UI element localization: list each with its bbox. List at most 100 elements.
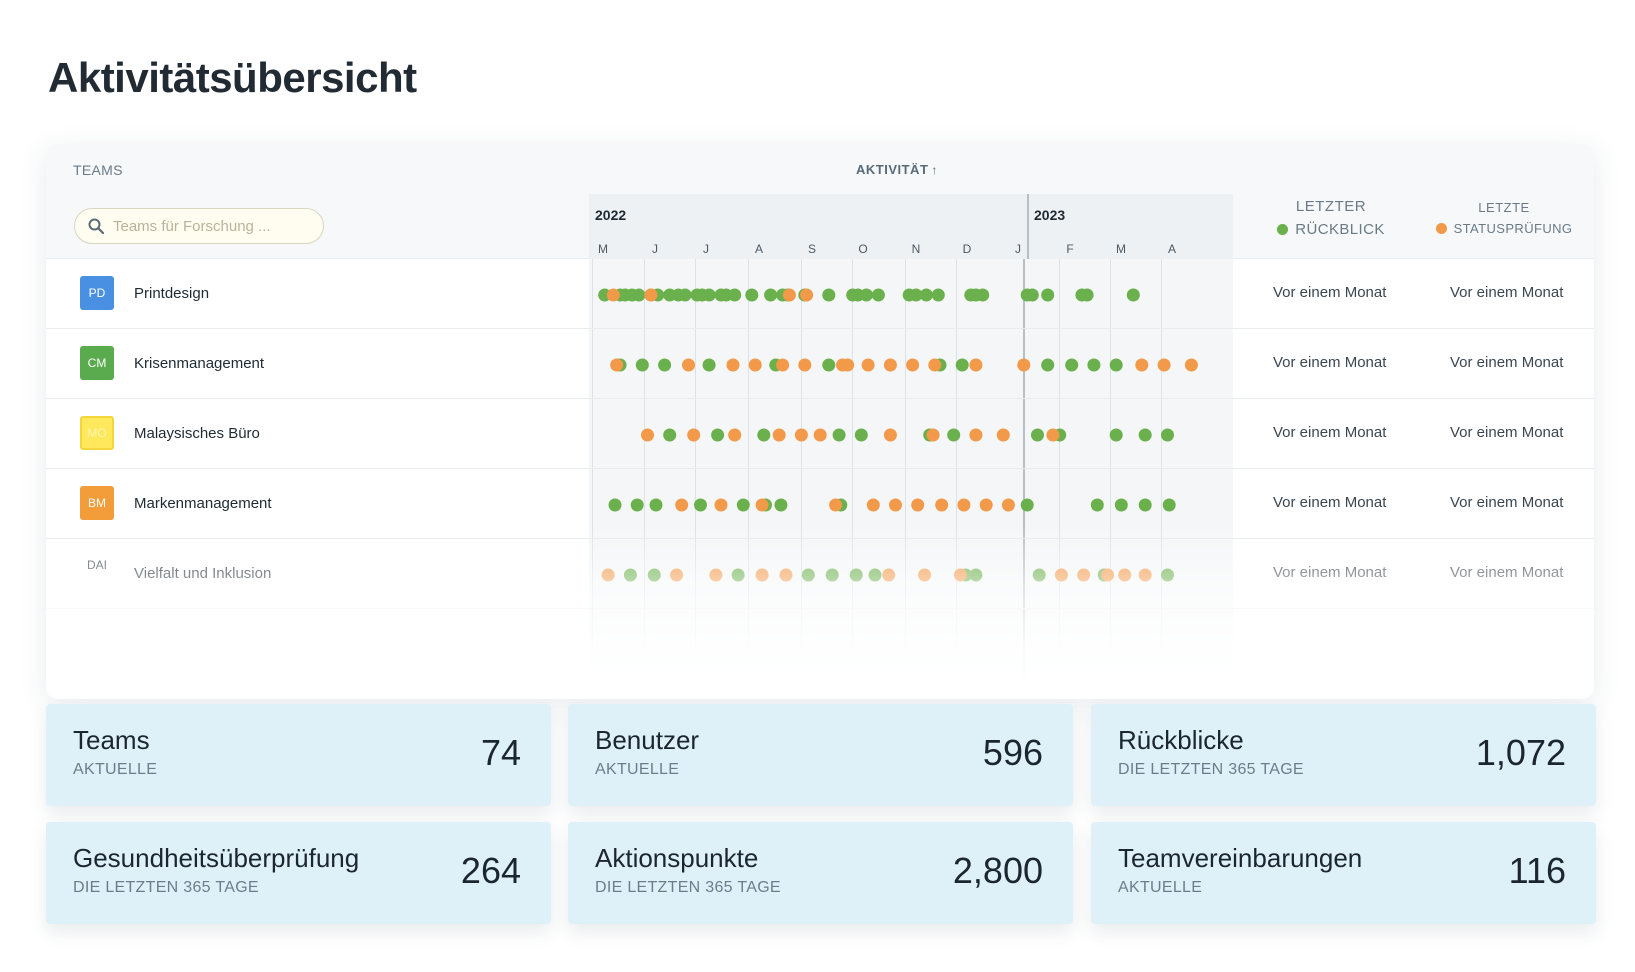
stat-card[interactable]: Teamvereinbarungen AKTUELLE 116 (1091, 822, 1596, 924)
review-dot[interactable] (608, 498, 622, 512)
status-check-dot[interactable] (755, 568, 769, 582)
team-row[interactable]: CM Krisenmanagement Vor einem Monat Vor ein… (46, 329, 1594, 399)
status-check-dot[interactable] (714, 498, 728, 512)
review-dot[interactable] (871, 288, 885, 302)
review-dot[interactable] (859, 288, 873, 302)
review-dot[interactable] (832, 428, 846, 442)
review-dot[interactable] (976, 288, 990, 302)
review-dot[interactable] (969, 568, 983, 582)
review-dot[interactable] (702, 288, 716, 302)
status-check-dot[interactable] (601, 568, 615, 582)
review-dot[interactable] (1162, 498, 1176, 512)
status-check-dot[interactable] (1054, 568, 1068, 582)
status-check-dot[interactable] (1118, 568, 1132, 582)
status-check-dot[interactable] (779, 568, 793, 582)
status-check-dot[interactable] (798, 358, 812, 372)
status-check-dot[interactable] (918, 568, 932, 582)
review-dot[interactable] (1138, 428, 1152, 442)
review-dot[interactable] (711, 428, 725, 442)
status-check-dot[interactable] (883, 428, 897, 442)
status-check-dot[interactable] (641, 428, 654, 442)
status-check-dot[interactable] (957, 498, 971, 512)
last-review-column-header[interactable]: LETZTER RÜCKBLICK (1261, 198, 1401, 238)
stat-card[interactable]: Gesundheitsüberprüfung DIE LETZTEN 365 TA… (46, 822, 551, 924)
status-check-dot[interactable] (996, 428, 1010, 442)
last-check-column-header[interactable]: LETZTE STATUSPRÜFUNG (1424, 200, 1584, 236)
review-dot[interactable] (1041, 288, 1055, 302)
status-check-dot[interactable] (861, 358, 875, 372)
status-check-dot[interactable] (1135, 358, 1149, 372)
activity-column-header[interactable]: AKTIVITÄT ↑ (856, 162, 938, 177)
status-check-dot[interactable] (606, 288, 620, 302)
review-dot[interactable] (1025, 288, 1039, 302)
review-dot[interactable] (1031, 428, 1044, 442)
review-dot[interactable] (736, 498, 750, 512)
review-dot[interactable] (623, 568, 637, 582)
review-dot[interactable] (632, 288, 646, 302)
status-check-dot[interactable] (610, 358, 624, 372)
status-check-dot[interactable] (906, 358, 920, 372)
team-row[interactable]: MO Malaysisches Büro Vor einem Monat Vor ei… (46, 399, 1594, 469)
status-check-dot[interactable] (1077, 568, 1091, 582)
team-name[interactable]: Malaysisches Büro (134, 425, 260, 442)
review-dot[interactable] (764, 288, 778, 302)
status-check-dot[interactable] (889, 498, 902, 512)
review-dot[interactable] (658, 358, 672, 372)
review-dot[interactable] (728, 288, 742, 302)
status-check-dot[interactable] (926, 428, 940, 442)
review-dot[interactable] (1161, 568, 1174, 582)
team-row[interactable]: BM Markenmanagement Vor einem Monat Vor ein… (46, 469, 1594, 539)
status-check-dot[interactable] (1101, 568, 1115, 582)
status-check-dot[interactable] (935, 498, 949, 512)
review-dot[interactable] (647, 568, 661, 582)
review-dot[interactable] (635, 358, 649, 372)
status-check-dot[interactable] (776, 358, 790, 372)
status-check-dot[interactable] (1184, 358, 1198, 372)
review-dot[interactable] (1126, 288, 1140, 302)
status-check-dot[interactable] (709, 568, 723, 582)
status-check-dot[interactable] (728, 428, 742, 442)
review-dot[interactable] (694, 498, 707, 512)
status-check-dot[interactable] (682, 358, 695, 372)
search-input[interactable] (113, 217, 303, 235)
review-dot[interactable] (1109, 358, 1123, 372)
status-check-dot[interactable] (1046, 428, 1060, 442)
review-dot[interactable] (1032, 568, 1046, 582)
review-dot[interactable] (1020, 498, 1034, 512)
review-dot[interactable] (1114, 498, 1128, 512)
review-dot[interactable] (868, 568, 882, 582)
review-dot[interactable] (955, 358, 969, 372)
review-dot[interactable] (822, 358, 836, 372)
team-row[interactable]: PD Printdesign Vor einem Monat Vor einem Mo… (46, 259, 1594, 329)
review-dot[interactable] (1080, 288, 1094, 302)
review-dot[interactable] (649, 498, 663, 512)
status-check-dot[interactable] (794, 428, 808, 442)
status-check-dot[interactable] (670, 568, 684, 582)
status-check-dot[interactable] (911, 498, 925, 512)
status-check-dot[interactable] (928, 358, 942, 372)
review-dot[interactable] (947, 428, 961, 442)
review-dot[interactable] (1087, 358, 1101, 372)
status-check-dot[interactable] (882, 568, 896, 582)
status-check-dot[interactable] (1138, 568, 1152, 582)
team-search[interactable] (74, 208, 324, 244)
status-check-dot[interactable] (841, 358, 855, 372)
status-check-dot[interactable] (782, 288, 796, 302)
status-check-dot[interactable] (829, 498, 843, 512)
review-dot[interactable] (678, 288, 692, 302)
status-check-dot[interactable] (726, 358, 740, 372)
review-dot[interactable] (825, 568, 839, 582)
status-check-dot[interactable] (883, 358, 897, 372)
review-dot[interactable] (745, 288, 759, 302)
status-check-dot[interactable] (866, 498, 880, 512)
status-check-dot[interactable] (969, 358, 983, 372)
review-dot[interactable] (1138, 498, 1152, 512)
status-check-dot[interactable] (979, 498, 993, 512)
status-check-dot[interactable] (969, 428, 983, 442)
status-check-dot[interactable] (1157, 358, 1171, 372)
team-name[interactable]: Krisenmanagement (134, 355, 264, 372)
status-check-dot[interactable] (813, 428, 827, 442)
review-dot[interactable] (702, 358, 716, 372)
review-dot[interactable] (1065, 358, 1079, 372)
stat-card[interactable]: Aktionspunkte DIE LETZTEN 365 TAGE 2,800 (568, 822, 1073, 924)
